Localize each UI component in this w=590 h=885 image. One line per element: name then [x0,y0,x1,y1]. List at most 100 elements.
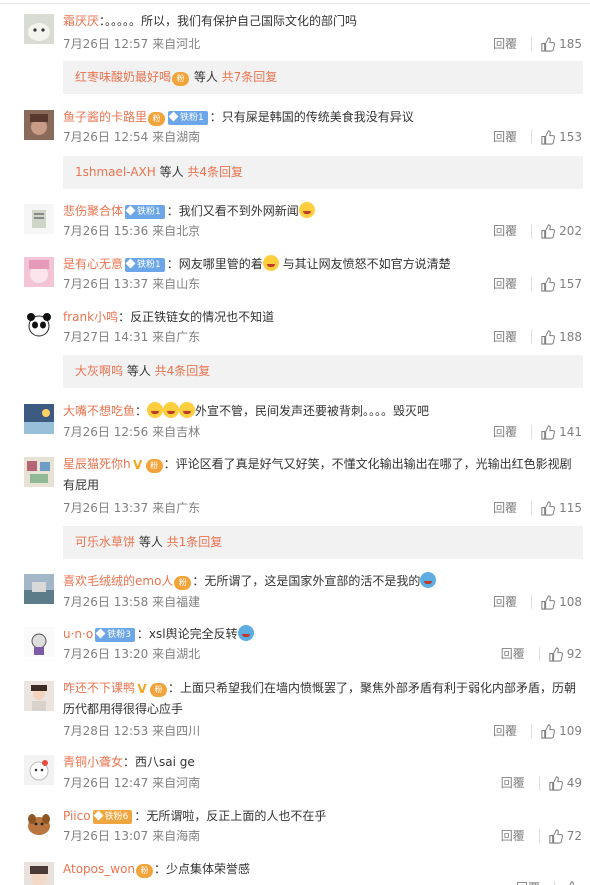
username-link[interactable]: u·n·o [63,627,93,641]
reply-button[interactable]: 回覆 [493,594,517,610]
location: 来自吉林 [152,425,201,439]
thumbs-up-icon[interactable] [540,500,556,516]
avatar[interactable] [24,110,54,140]
replies-preview[interactable]: 红枣味酸奶最好喝粉 等人 共7条回复 [63,61,583,94]
like-count: 202 [559,224,582,238]
emoji-icon [147,402,164,418]
comment-body: ：我们又看不到外网新闻 [166,204,299,218]
divider [531,595,533,609]
replies-preview[interactable]: 1shmael-AXH 等人 共4条回复 [63,156,583,189]
like-count: 49 [566,776,582,790]
comment-text: 青铜小聋女：西八sai ge [63,752,580,772]
location: 来自海南 [152,829,201,843]
reply-button[interactable]: 回覆 [516,880,540,885]
fan-badge-icon: 粉 [150,683,168,697]
top-divider [0,0,590,4]
comment-text: 星辰猫死你h V 粉：评论区看了真是好气又好笑，不懂文化输出输出在哪了，光输出红色影… [63,454,580,474]
reply-count[interactable]: 共1条回复 [167,535,223,549]
reply-button[interactable]: 回覆 [493,723,517,739]
timestamp: 7月26日 12:54 [63,130,149,144]
timestamp: 7月28日 12:53 [63,724,149,738]
username-link[interactable]: 悲伤聚合体 [63,204,123,218]
reply-mid: 等人 [155,165,188,179]
emoji-icon [179,402,196,418]
reply-count[interactable]: 共4条回复 [155,364,211,378]
avatar[interactable] [24,204,54,234]
comment-body: ：网友哪里管的着 [166,257,263,271]
username-link[interactable]: 星辰猫死你h [63,457,131,471]
reply-button[interactable]: 回覆 [501,775,525,791]
reply-button[interactable]: 回覆 [493,129,517,145]
fan-badge-icon: 粉 [174,576,192,590]
avatar[interactable] [24,404,54,434]
avatar[interactable] [24,457,54,487]
reply-username[interactable]: 红枣味酸奶最好喝 [75,70,171,84]
reply-button[interactable]: 回覆 [493,36,517,52]
username-link[interactable]: 大嘴不想吃鱼 [63,404,135,418]
comment-body: ：。。。。。所以，我们有保护自己国际文化的部门吗 [99,14,358,28]
replies-preview[interactable]: 可乐水草饼 等人 共1条回复 [63,526,583,559]
username-link[interactable]: Piico [63,809,91,823]
avatar[interactable] [24,627,54,657]
avatar[interactable] [24,310,54,340]
reply-count[interactable]: 共7条回复 [222,70,278,84]
avatar[interactable] [24,755,54,785]
avatar[interactable] [24,14,54,44]
username-link[interactable]: 咋还不下课鸭 [63,681,135,695]
iron-fan-badge: 铁粉6 [92,810,133,824]
comment-text: 喜欢毛绒绒的emo人粉：无所谓了，这是国家外宣部的活不是我的 [63,571,580,591]
thumbs-up-icon[interactable] [540,594,556,610]
avatar[interactable] [24,809,54,839]
reply-button[interactable]: 回覆 [493,276,517,292]
comment-meta: 7月28日 12:53 来自四川 [63,723,200,739]
location: 来自河南 [152,776,201,790]
username-link[interactable]: Atopos_won [63,862,135,876]
like-count: 157 [559,277,582,291]
thumbs-up-icon[interactable] [540,223,556,239]
username-link[interactable]: 霜厌厌 [63,14,99,28]
thumbs-up-icon[interactable] [540,276,556,292]
reply-mid: 等人 [190,70,222,84]
thumbs-up-icon[interactable] [563,880,578,885]
reply-button[interactable]: 回覆 [493,500,517,516]
thumbs-up-icon[interactable] [540,424,556,440]
thumbs-up-icon[interactable] [540,723,556,739]
comment-actions: 回覆 108 [493,594,582,610]
reply-username[interactable]: 可乐水草饼 [75,535,135,549]
thumbs-up-icon[interactable] [540,36,556,52]
reply-username[interactable]: 大灰啊呜 [75,364,123,378]
reply-count[interactable]: 共4条回复 [187,165,243,179]
username-link[interactable]: frank小鸣 [63,310,118,324]
username-link[interactable]: 喜欢毛绒绒的emo人 [63,574,173,588]
avatar[interactable] [24,257,54,287]
avatar[interactable] [24,574,54,604]
comment-text: Piico 铁粉6 ：无所谓啦，反正上面的人也不在乎 [63,806,580,826]
fan-badge-icon: 粉 [136,864,154,878]
thumbs-up-icon[interactable] [548,646,563,662]
emoji-icon [262,255,279,271]
replies-preview[interactable]: 大灰啊呜 等人 共4条回复 [63,355,583,388]
thumbs-up-icon[interactable] [548,775,563,791]
reply-button[interactable]: 回覆 [493,424,517,440]
username-link[interactable]: 青铜小聋女 [63,755,123,769]
thumbs-up-icon[interactable] [540,329,556,345]
reply-button[interactable]: 回覆 [493,223,517,239]
reply-username[interactable]: 1shmael-AXH [75,165,156,179]
reply-button[interactable]: 回覆 [501,646,525,662]
reply-button[interactable]: 回覆 [501,828,525,844]
emoji-icon [237,625,254,641]
location: 来自广东 [152,330,201,344]
avatar[interactable] [24,681,54,711]
username-link[interactable]: 是有心无意 [63,257,123,271]
avatar[interactable] [24,862,54,885]
divider [538,829,540,843]
location: 来自北京 [152,224,201,238]
comment-body: ：无所谓啦，反正上面的人也不在乎 [134,809,327,823]
reply-button[interactable]: 回覆 [493,329,517,345]
comment-actions: 回覆 72 [501,828,582,844]
divider [538,776,540,790]
username-link[interactable]: 鱼子酱的卡路里 [63,110,147,124]
timestamp: 7月26日 12:56 [63,425,149,439]
thumbs-up-icon[interactable] [548,828,563,844]
thumbs-up-icon[interactable] [540,129,556,145]
